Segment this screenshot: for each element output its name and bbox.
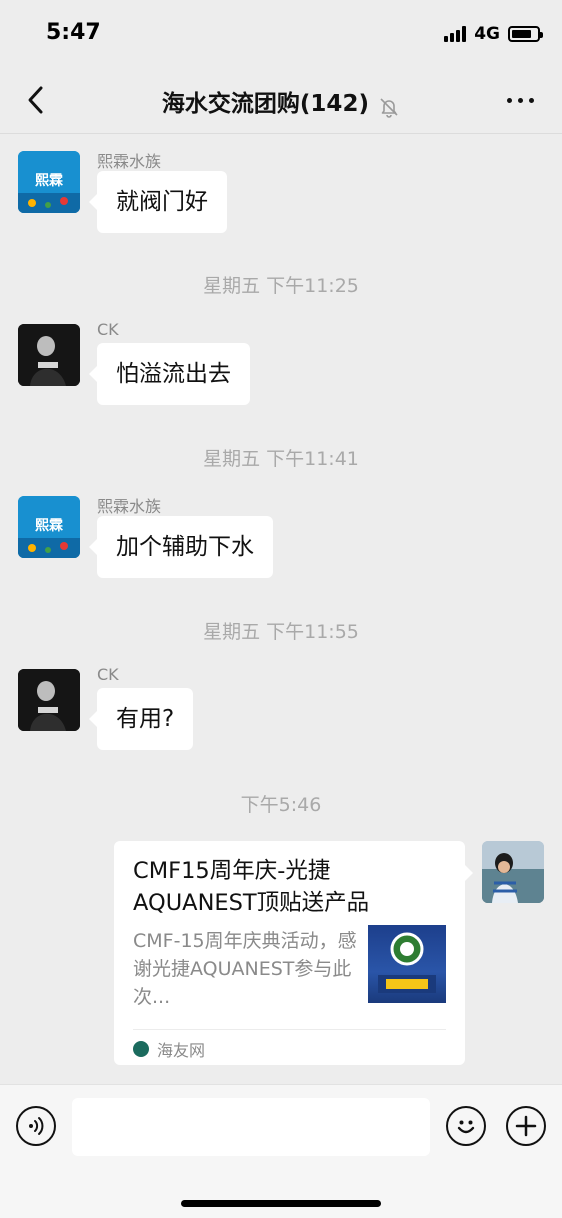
- more-dots-icon: [506, 97, 512, 103]
- message-bubble[interactable]: 怕溢流出去: [89, 343, 250, 405]
- shared-link-card[interactable]: CMF15周年庆-光捷AQUANEST顶贴送产品 CMF-15周年庆典活动，感谢…: [114, 841, 473, 1065]
- chat-title: 海水交流团购(142): [161, 91, 369, 117]
- person-avatar: [18, 669, 80, 731]
- status-time: 5:47: [46, 20, 101, 45]
- more-options-button[interactable]: [500, 88, 540, 112]
- message-bubble[interactable]: 有用?: [88, 688, 194, 750]
- person-avatar: [18, 324, 80, 386]
- timestamp: 星期五 下午11:55: [203, 621, 359, 643]
- voice-button[interactable]: [16, 1106, 56, 1146]
- link-card-title: CMF15周年庆-光捷AQUANEST顶贴送产品: [133, 858, 370, 916]
- aquarium-logo-avatar: 熙霖: [18, 151, 80, 213]
- svg-text:熙霖: 熙霖: [35, 517, 63, 534]
- aquarium-logo-avatar: 熙霖: [18, 496, 80, 558]
- status-bar: 5:47 4G: [0, 0, 562, 66]
- signal-icon: [444, 26, 467, 42]
- link-card-thumbnail: [368, 925, 446, 1003]
- voice-icon: [29, 1117, 44, 1135]
- network-type: 4G: [474, 24, 500, 44]
- home-indicator: [181, 1200, 381, 1207]
- sender-name: 熙霖水族: [97, 152, 162, 171]
- event-logo-icon: [378, 932, 436, 993]
- link-source-name: 海友网: [157, 1041, 206, 1060]
- status-indicators: 4G: [444, 24, 543, 44]
- emoji-icon: [457, 1120, 475, 1134]
- avatar-ck-2[interactable]: [18, 669, 80, 731]
- timestamp: 下午5:46: [240, 794, 322, 816]
- timestamp: 星期五 下午11:41: [203, 448, 359, 470]
- link-source: 海友网: [133, 1037, 205, 1061]
- battery-icon: [508, 26, 543, 42]
- link-card-description: CMF-15周年庆典活动，感谢光捷AQUANEST参与此次...: [133, 930, 357, 1008]
- source-logo-icon: [133, 1041, 149, 1057]
- nav-bar: 海水交流团购(142): [0, 66, 562, 134]
- message-bubble[interactable]: 加个辅助下水: [89, 516, 273, 578]
- message-input[interactable]: [72, 1098, 430, 1156]
- timestamp: 星期五 下午11:25: [203, 275, 359, 297]
- child-photo-avatar: [482, 841, 544, 903]
- avatar-self[interactable]: [482, 841, 544, 903]
- sender-name: CK: [97, 665, 119, 684]
- bell-off-icon: [380, 97, 398, 118]
- card-divider: [133, 1029, 446, 1030]
- input-bar: [0, 1084, 562, 1218]
- svg-text:熙霖: 熙霖: [35, 172, 63, 189]
- sender-name: 熙霖水族: [97, 497, 162, 516]
- sender-name: CK: [97, 320, 119, 339]
- plus-button[interactable]: [506, 1106, 546, 1146]
- emoji-button[interactable]: [446, 1106, 486, 1146]
- chat-title-wrap: 海水交流团购(142): [0, 84, 562, 118]
- plus-icon: [515, 1115, 537, 1137]
- avatar-xilin-2[interactable]: 熙霖: [18, 496, 80, 558]
- avatar-ck-1[interactable]: [18, 324, 80, 386]
- avatar-xilin-1[interactable]: 熙霖: [18, 151, 80, 213]
- message-bubble[interactable]: 就阀门好: [89, 171, 227, 233]
